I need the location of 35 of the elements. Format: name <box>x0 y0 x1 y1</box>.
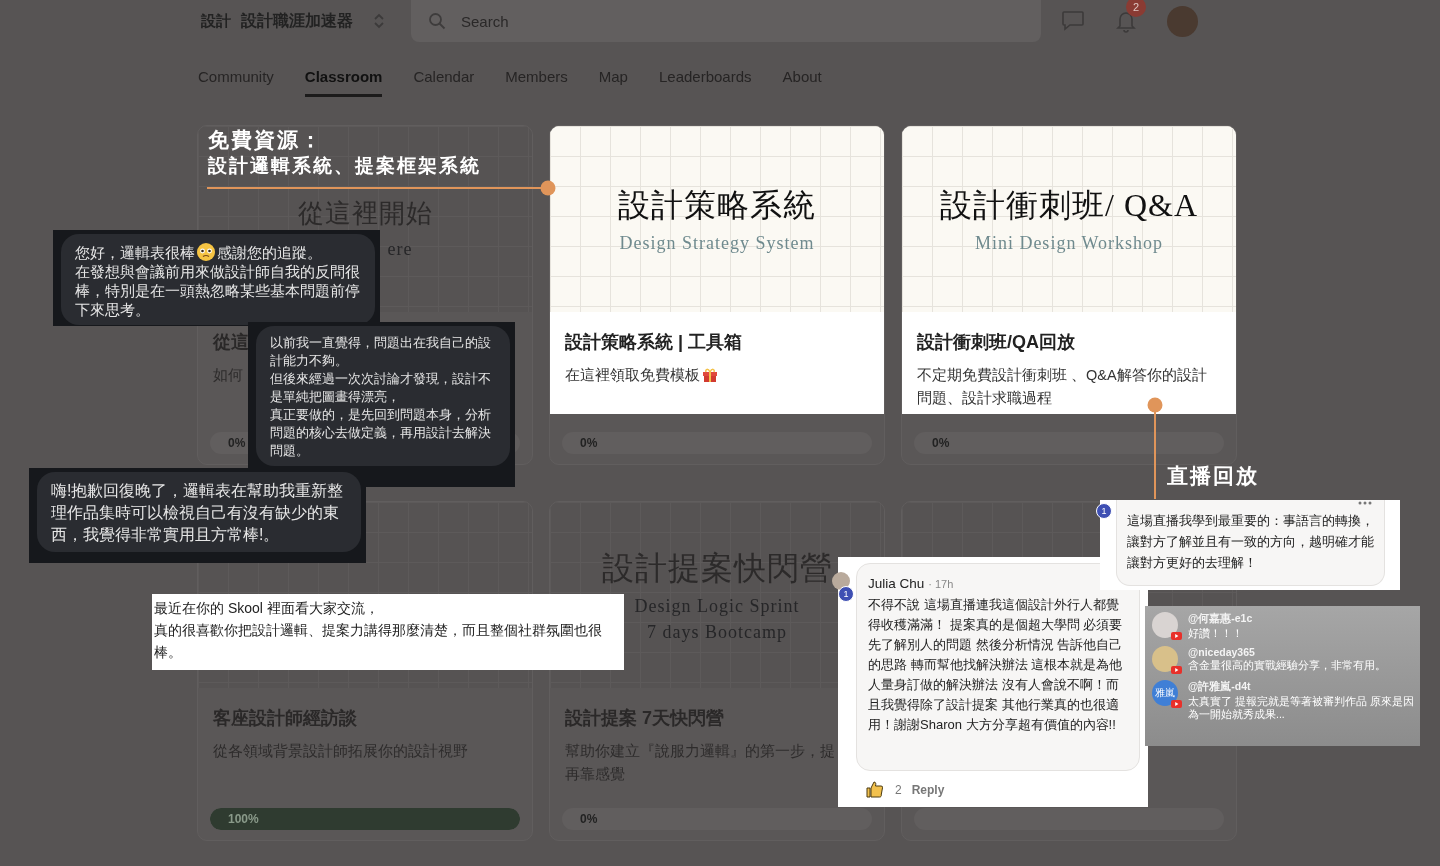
chat-message: 含金量很高的實戰經驗分享，非常有用。 <box>1188 659 1386 672</box>
message-text: 在發想與會議前用來做設計師自我的反問很棒，特別是在一頭熱忽略某些基本問題前停下來思考。 <box>75 262 361 319</box>
comment-text: 這場直播我學到最重要的：事語言的轉換，讓對方了解並且有一致的方向，越明確才能讓對方更好的去理解！ <box>1127 512 1374 572</box>
cover-subtitle: Mini Design Workshop <box>974 232 1164 254</box>
progress-label: 0% <box>932 436 950 450</box>
chat-handle: @niceday365 <box>1188 646 1256 658</box>
course-title: 設計策略系統 | 工具箱 <box>565 331 743 354</box>
course-title: 設計衝刺班/QA回放 <box>917 331 1075 354</box>
message-text: 但後來經過一次次討論才發現，設計不是單純把圖畫得漂亮， <box>270 370 492 406</box>
chat-message: 太真實了 提報完就是等著被審判作品 原來是因為一開始就秀成果... <box>1188 695 1414 721</box>
avatar-initials: 雅嵐 <box>1155 686 1175 700</box>
chat-message: 好讚！！！ <box>1188 627 1244 640</box>
message-text: 以前我一直覺得，問題出在我自己的設計能力不夠。 <box>270 334 492 370</box>
chat-handle: @許雅嵐-d4t <box>1188 680 1252 694</box>
course-description: 不定期免費設計衝刺班 、Q&A解答你的設計問題、設計求職過程 <box>917 366 1208 408</box>
message-text: 您好，邏輯表很棒 <box>75 242 195 262</box>
message-text: 感謝您的追蹤。 <box>217 242 322 262</box>
comment-time: · 17h <box>928 578 954 590</box>
message-text: 真正要做的，是先回到問題本身，分析問題的核心去做定義，再用設計去解決問題。 <box>270 406 492 460</box>
callout-text: 設計邏輯系統、提案框架系統 <box>208 154 481 178</box>
level-badge: 1 <box>1096 503 1112 519</box>
cover-subtitle: Design Strategy System <box>619 232 815 254</box>
chat-handle: @何嘉惠-e1c <box>1188 612 1253 626</box>
like-count: 2 <box>895 782 902 797</box>
notification-badge: 2 <box>1126 0 1146 17</box>
callout-text: 免費資源： <box>208 127 324 153</box>
course-description: 在這裡領取免費模板 <box>565 366 700 385</box>
level-badge: 1 <box>838 586 854 602</box>
progress-label: 0% <box>228 436 246 450</box>
cover-title: 設計衝刺班/ Q&A <box>940 186 1198 225</box>
callout-text: 直播回放 <box>1167 463 1259 489</box>
progress-label: 0% <box>580 812 598 826</box>
progress-label: 0% <box>580 436 598 450</box>
cover-title: 設計策略系統 <box>618 186 816 225</box>
progress-label: 100% <box>228 812 259 826</box>
